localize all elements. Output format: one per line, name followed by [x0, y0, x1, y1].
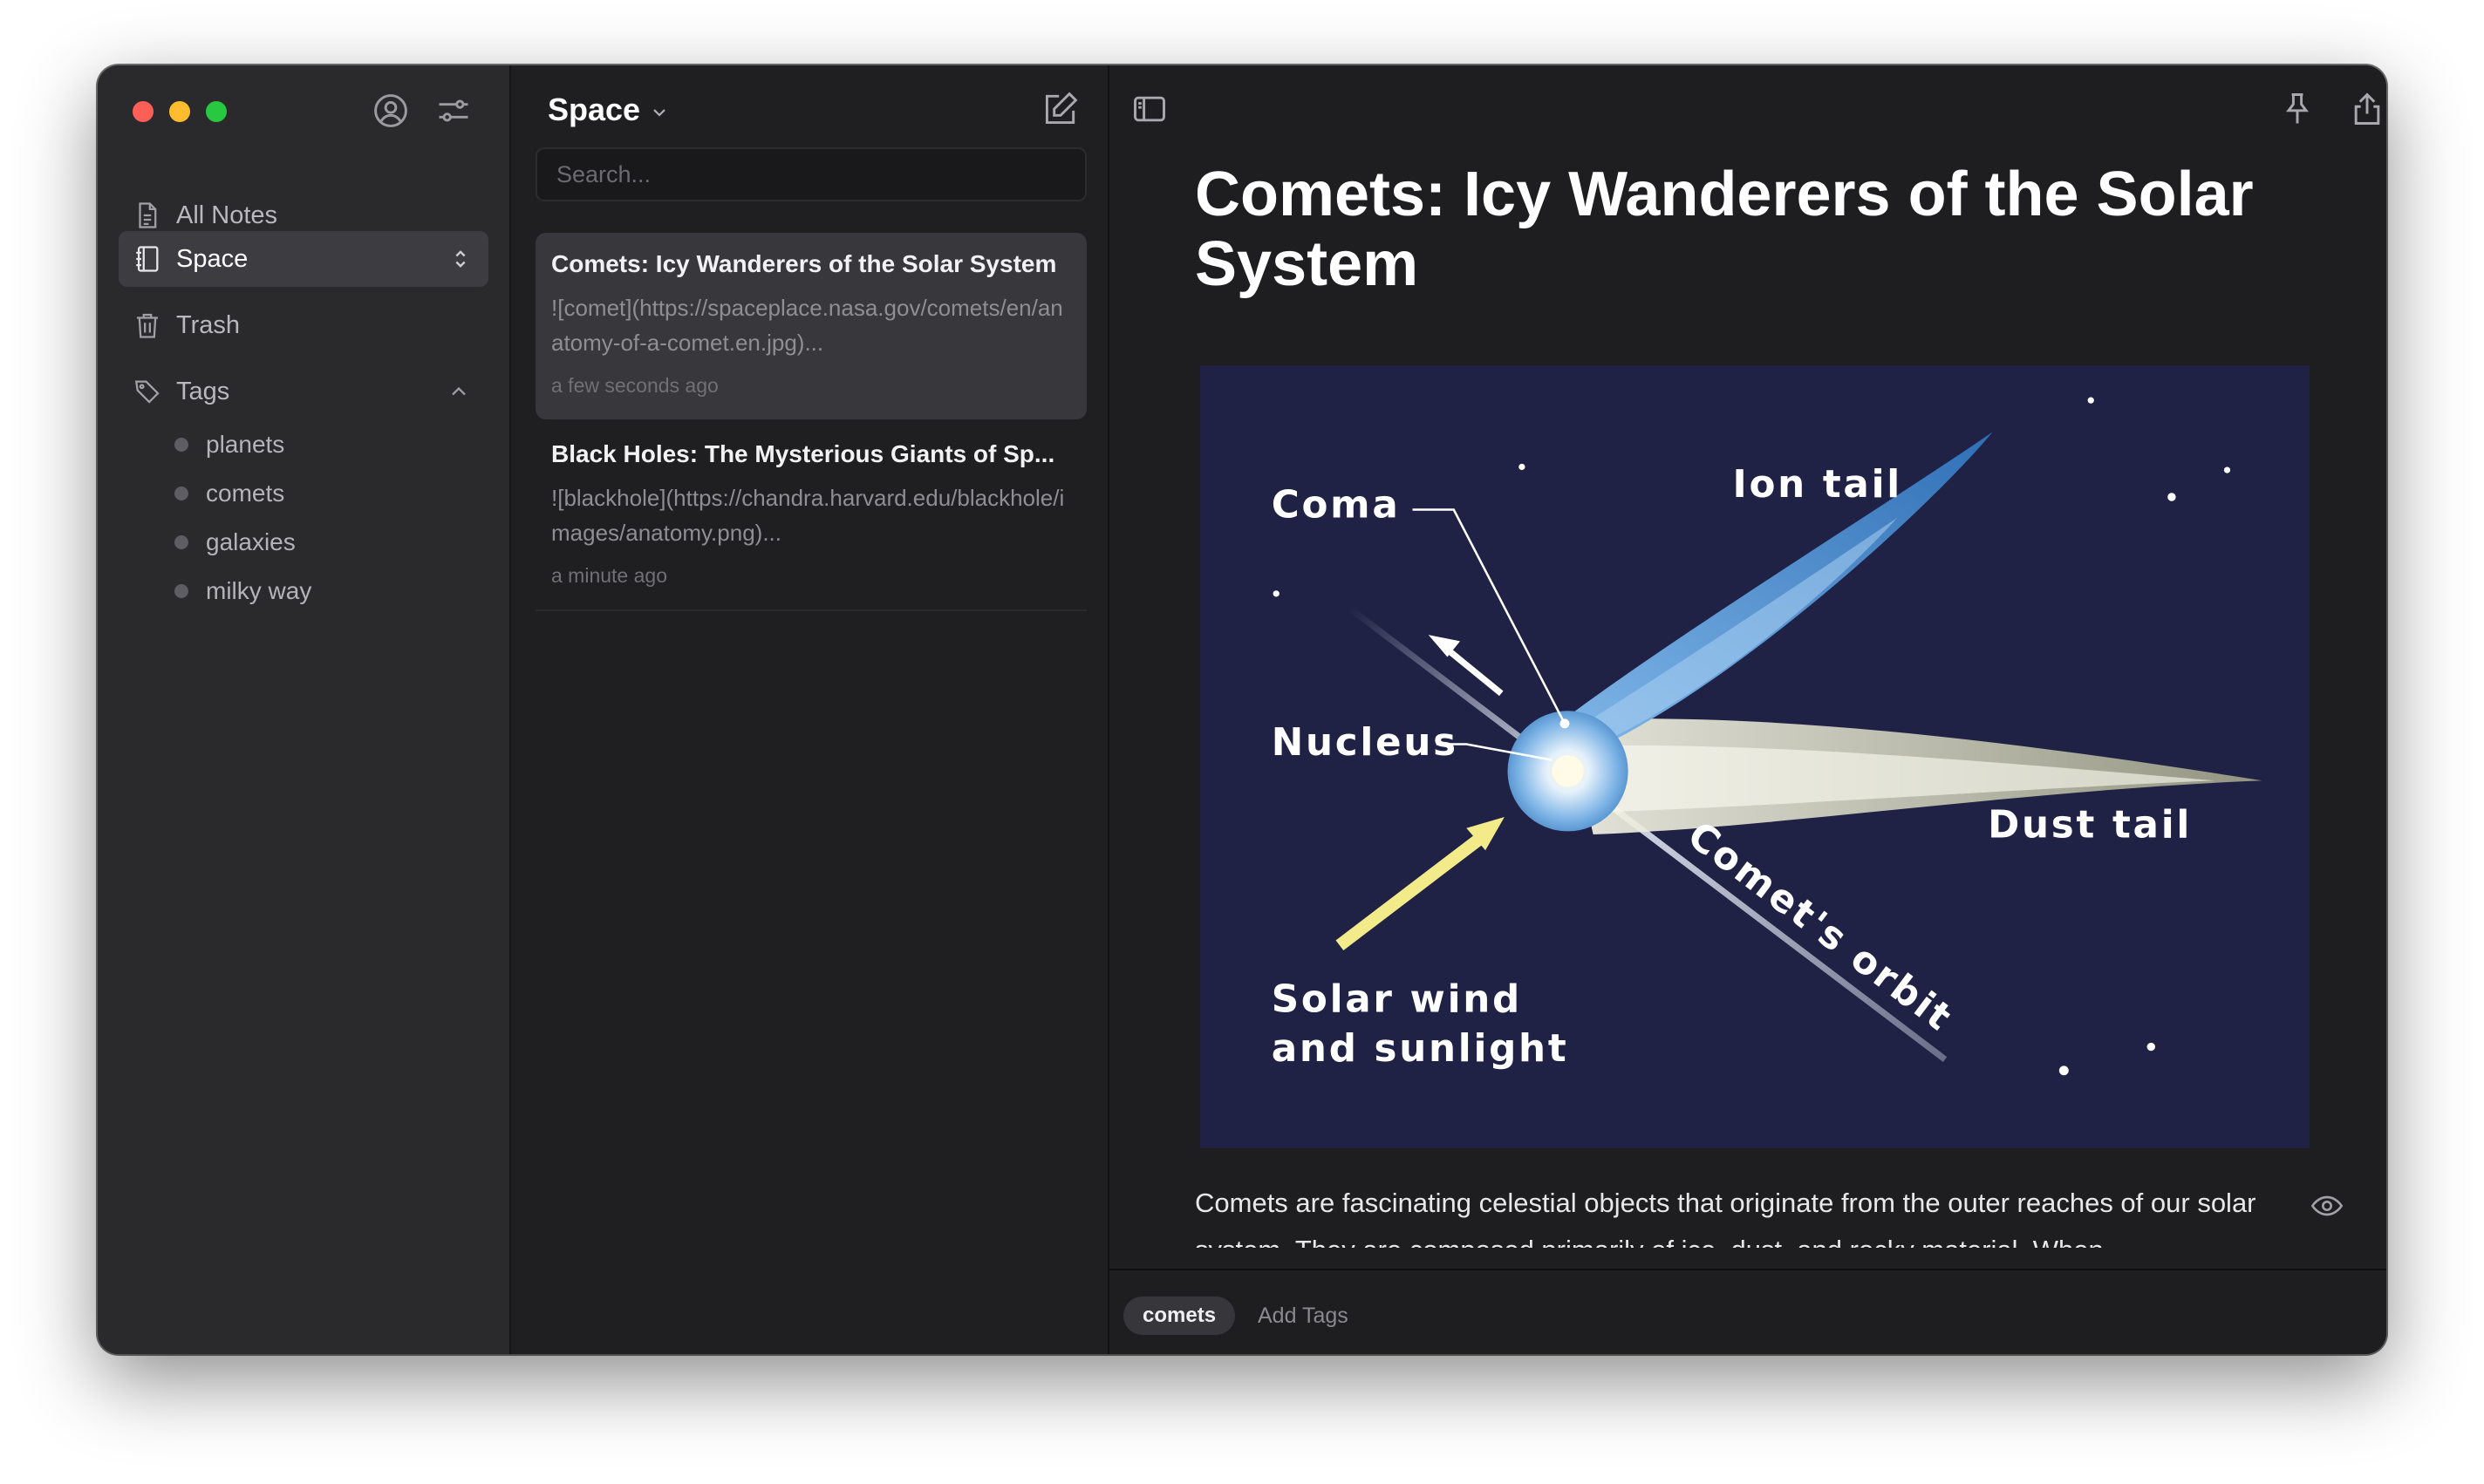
account-icon[interactable] — [372, 92, 410, 130]
tag-bullet — [174, 438, 188, 452]
label-and-sunlight: and sunlight — [1272, 1027, 1569, 1071]
tag-item-milky-way[interactable]: milky way — [174, 569, 311, 613]
note-excerpt: ![comet](https://spaceplace.nasa.gov/com… — [551, 295, 1063, 356]
tag-chip-comets[interactable]: comets — [1123, 1297, 1236, 1335]
add-tags-button[interactable]: Add Tags — [1258, 1304, 1348, 1329]
document-icon — [139, 202, 157, 228]
tag-label: galaxies — [206, 528, 296, 555]
notebook-icon — [136, 246, 159, 272]
tag-icon — [134, 380, 160, 404]
share-icon[interactable] — [2348, 90, 2386, 128]
app-window: All Notes Space Trash Tags planets comet… — [98, 65, 2386, 1354]
chevron-up-down-icon[interactable] — [448, 247, 473, 271]
sidebar-item-label: Space — [176, 244, 249, 273]
tag-label: planets — [206, 431, 285, 458]
label-coma: Coma — [1272, 484, 1401, 528]
label-nucleus: Nucleus — [1272, 721, 1458, 765]
coma-leader-dot — [1559, 718, 1570, 729]
tag-bullet — [174, 584, 188, 598]
notebook-selector[interactable]: Space — [548, 92, 670, 128]
label-ion-tail: Ion tail — [1733, 463, 1902, 507]
note-timestamp: a few seconds ago — [551, 374, 719, 397]
notebook-title: Space — [548, 92, 641, 127]
note-title-heading[interactable]: Comets: Icy Wanderers of the Solar Syste… — [1195, 160, 2276, 299]
chevron-down-icon — [653, 109, 665, 117]
sidebar-item-label: Trash — [176, 310, 241, 339]
tags-footer: comets Add Tags — [1109, 1269, 2386, 1354]
preview-eye-icon[interactable] — [2310, 1188, 2344, 1223]
chevron-up-icon[interactable] — [447, 379, 471, 404]
pin-icon[interactable] — [2278, 90, 2317, 128]
minimize-window-button[interactable] — [169, 101, 190, 122]
tag-label: comets — [206, 480, 285, 507]
label-solar-wind: Solar wind — [1272, 978, 1522, 1022]
notes-list-panel: Space Comets: Icy Wanderers of the Solar… — [511, 65, 1109, 1354]
note-title: Black Holes: The Mysterious Giants of Sp… — [551, 440, 1055, 467]
nucleus-shape — [1552, 755, 1584, 787]
traffic-lights — [133, 101, 227, 122]
tag-bullet — [174, 487, 188, 500]
search-input[interactable] — [536, 147, 1087, 201]
editor-panel: Comets: Icy Wanderers of the Solar Syste… — [1109, 65, 2386, 1354]
note-excerpt: ![blackhole](https://chandra.harvard.edu… — [551, 485, 1065, 546]
sidebar-tags-header[interactable]: Tags — [119, 364, 488, 419]
comet-anatomy-image: Coma Ion tail Nucleus Dust tail Solar wi… — [1200, 365, 2310, 1148]
note-list-item[interactable]: Comets: Icy Wanderers of the Solar Syste… — [536, 233, 1087, 419]
tag-bullet — [174, 535, 188, 549]
note-timestamp: a minute ago — [551, 564, 667, 587]
settings-sliders-icon[interactable] — [434, 92, 473, 130]
close-window-button[interactable] — [133, 101, 154, 122]
sidebar-toggle-icon[interactable] — [1130, 90, 1169, 128]
trash-icon — [136, 313, 159, 338]
note-title: Comets: Icy Wanderers of the Solar Syste… — [551, 250, 1057, 277]
tag-label: milky way — [206, 577, 312, 604]
tag-item-galaxies[interactable]: galaxies — [174, 521, 296, 564]
sidebar: All Notes Space Trash Tags planets comet… — [98, 65, 511, 1354]
sidebar-item-trash[interactable]: Trash — [119, 297, 488, 353]
note-list-item[interactable]: Black Holes: The Mysterious Giants of Sp… — [536, 423, 1087, 611]
sidebar-item-space[interactable]: Space — [119, 231, 488, 287]
tag-item-planets[interactable]: planets — [174, 423, 284, 466]
zoom-window-button[interactable] — [206, 101, 227, 122]
label-dust-tail: Dust tail — [1988, 804, 2192, 848]
new-note-icon[interactable] — [1041, 90, 1080, 128]
tags-header-label: Tags — [176, 377, 230, 405]
note-body-text[interactable]: Comets are fascinating celestial objects… — [1195, 1180, 2276, 1248]
note-divider — [536, 609, 1087, 611]
tag-item-comets[interactable]: comets — [174, 472, 284, 515]
sidebar-item-label: All Notes — [176, 201, 278, 229]
